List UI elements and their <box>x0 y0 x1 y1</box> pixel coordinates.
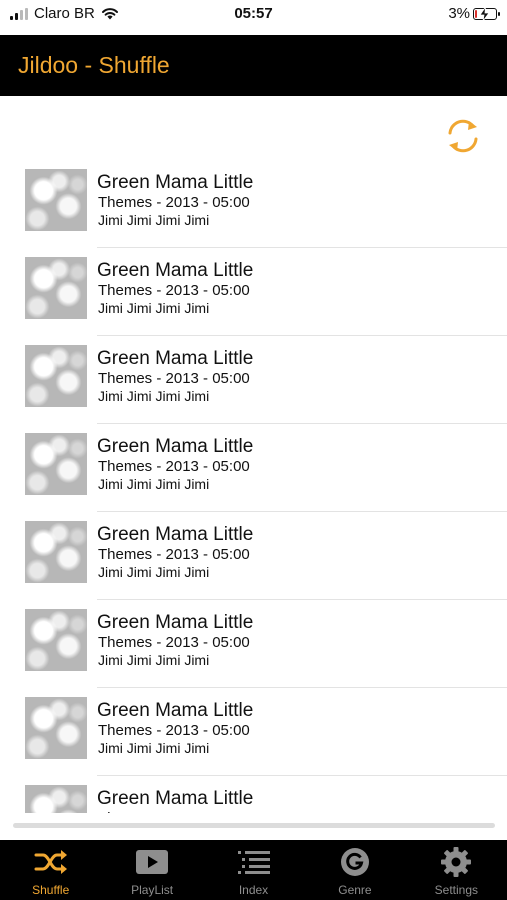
page-title: Jildoo - Shuffle <box>18 52 170 78</box>
song-artist: Jimi Jimi Jimi Jimi <box>98 388 210 404</box>
song-title: Green Mama Little <box>97 260 254 281</box>
gear-icon <box>439 847 473 877</box>
song-meta: Themes - 2013 - 05:00 <box>98 282 250 299</box>
song-row[interactable]: Green Mama LittleThemes - 2013 - 05:00Ji… <box>0 600 507 688</box>
battery-fill <box>475 9 477 18</box>
song-artist: Jimi Jimi Jimi Jimi <box>98 476 210 492</box>
tab-label-genre: Genre <box>338 883 372 897</box>
song-artist: Jimi Jimi Jimi Jimi <box>98 212 210 228</box>
refresh-button[interactable] <box>440 115 486 157</box>
app-header: Jildoo - Shuffle <box>0 35 507 96</box>
play-icon <box>135 848 169 876</box>
song-title: Green Mama Little <box>97 788 254 809</box>
song-title: Green Mama Little <box>97 348 254 369</box>
tab-label-index: Index <box>238 883 269 897</box>
song-artist: Jimi Jimi Jimi Jimi <box>98 564 210 580</box>
song-meta: Themes - 2013 - 05:00 <box>98 722 250 739</box>
song-meta: Themes - 2013 - 05:00 <box>98 194 250 211</box>
genre-icon <box>338 848 372 876</box>
song-meta: Themes - 2013 - 05:00 <box>98 546 250 563</box>
song-list[interactable]: Green Mama Little Themes - 2013 - 05:00 Ji… <box>0 160 507 813</box>
album-cover <box>25 521 87 583</box>
tab-label-playlist: PlayList <box>131 883 174 897</box>
song-title: Green Mama Little <box>97 612 254 633</box>
song-artist: Jimi Jimi Jimi Jimi <box>98 300 210 316</box>
album-cover <box>25 697 87 759</box>
album-cover <box>25 433 87 495</box>
status-time: 05:57 <box>234 5 273 22</box>
tab-label-settings: Settings <box>434 883 478 897</box>
refresh-icon <box>448 119 478 153</box>
list-icon <box>237 848 271 876</box>
song-artist: Jimi Jimi Jimi Jimi <box>98 740 210 756</box>
status-bar: Claro BR 05:57 3% <box>0 0 507 34</box>
song-title: Green Mama Little <box>97 524 254 545</box>
tab-index[interactable]: Index <box>203 840 304 900</box>
song-row[interactable]: Green Mama LittleThemes - 2013 - 05:00Ji… <box>0 776 507 813</box>
song-meta: Themes - 2013 - 05:00 <box>98 810 250 813</box>
tab-genre[interactable]: Genre <box>304 840 405 900</box>
tab-settings[interactable]: Settings <box>406 840 507 900</box>
song-row[interactable]: Green Mama LittleThemes - 2013 - 05:00Ji… <box>0 688 507 776</box>
song-title: Green Mama Little <box>97 436 254 457</box>
album-cover <box>25 609 87 671</box>
song-row[interactable]: Green Mama LittleThemes - 2013 - 05:00Ji… <box>0 512 507 600</box>
song-title: Green Mama Little <box>97 172 254 193</box>
song-meta: Themes - 2013 - 05:00 <box>98 370 250 387</box>
album-cover <box>25 257 87 319</box>
song-row[interactable]: Green Mama LittleThemes - 2013 - 05:00Ji… <box>0 248 507 336</box>
song-meta: Themes - 2013 - 05:00 <box>98 458 250 475</box>
charging-bolt-icon <box>479 6 490 21</box>
song-meta: Themes - 2013 - 05:00 <box>98 634 250 651</box>
battery-percent: 3% <box>448 5 470 22</box>
status-right: 3% <box>448 5 500 22</box>
song-row[interactable]: Green Mama LittleThemes - 2013 - 05:00Ji… <box>0 336 507 424</box>
shuffle-icon <box>34 848 68 876</box>
album-cover <box>25 345 87 407</box>
tab-playlist[interactable]: PlayList <box>101 840 202 900</box>
battery-icon <box>473 6 500 21</box>
song-row[interactable]: Green Mama LittleThemes - 2013 - 05:00Ji… <box>0 160 507 248</box>
tab-label-shuffle: Shuffle <box>32 883 70 897</box>
scroll-indicator[interactable] <box>13 823 495 828</box>
tab-bar: Shuffle PlayList Index Genre Settings <box>0 840 507 900</box>
song-row[interactable]: Green Mama LittleThemes - 2013 - 05:00Ji… <box>0 424 507 512</box>
album-cover <box>25 169 87 231</box>
album-cover <box>25 785 87 813</box>
song-artist: Jimi Jimi Jimi Jimi <box>98 652 210 668</box>
song-title: Green Mama Little <box>97 700 254 721</box>
tab-shuffle[interactable]: Shuffle <box>0 840 101 900</box>
